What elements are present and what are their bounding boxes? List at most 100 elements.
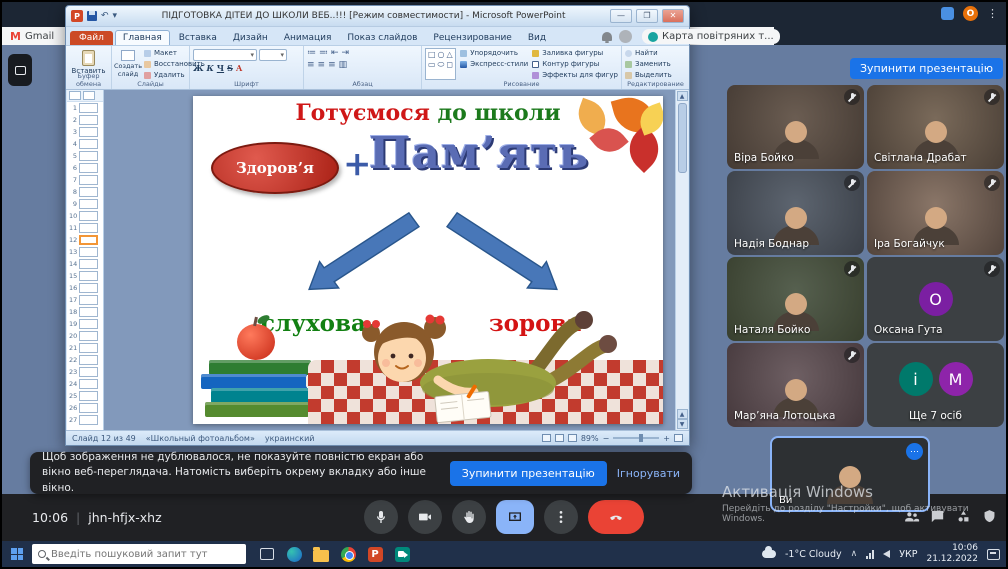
- tab-insert[interactable]: Вставка: [172, 31, 224, 45]
- slide-thumbnail[interactable]: 25: [67, 390, 103, 402]
- memory-wordart[interactable]: Пам’ять: [369, 128, 589, 179]
- slide-thumbnail[interactable]: 6: [67, 162, 103, 174]
- slide-thumbnail[interactable]: 16: [67, 282, 103, 294]
- edge-icon[interactable]: [285, 545, 303, 563]
- participant-tile[interactable]: О Оксана Гута: [867, 257, 1004, 341]
- slide-thumbnail[interactable]: 17: [67, 294, 103, 306]
- close-button[interactable]: ✕: [662, 9, 684, 23]
- underline-button[interactable]: Ч: [217, 63, 224, 73]
- zoom-out-icon[interactable]: −: [603, 434, 610, 443]
- bold-button[interactable]: Ж: [193, 63, 204, 73]
- slide-editor[interactable]: Готуємося до школи Здоров’я + Пам’ять сл…: [104, 90, 676, 430]
- slide-thumbnail[interactable]: 21: [67, 342, 103, 354]
- slide-thumbnail[interactable]: 24: [67, 378, 103, 390]
- font-size-combo[interactable]: ▾: [259, 49, 287, 61]
- slide-thumbnail[interactable]: 9: [67, 198, 103, 210]
- participant-tile[interactable]: Наталя Бойко: [727, 257, 864, 341]
- slide-canvas[interactable]: Готуємося до школи Здоров’я + Пам’ять сл…: [193, 96, 663, 424]
- taskbar-search[interactable]: [32, 544, 246, 564]
- more-participants-tile[interactable]: і М Ще 7 осіб: [867, 343, 1004, 427]
- slide-thumbnail[interactable]: 12: [67, 234, 103, 246]
- align-right-button[interactable]: ≡: [328, 60, 336, 70]
- quick-styles-button[interactable]: Экспресс-стили: [460, 59, 528, 70]
- slide-thumbnail[interactable]: 22: [67, 354, 103, 366]
- save-icon[interactable]: [87, 11, 97, 21]
- search-input[interactable]: [51, 548, 221, 560]
- italic-button[interactable]: К: [207, 63, 214, 73]
- slide-thumbnail[interactable]: 11: [67, 222, 103, 234]
- slide-thumbnail[interactable]: 15: [67, 270, 103, 282]
- participant-tile[interactable]: Віра Бойко: [727, 85, 864, 169]
- font-name-combo[interactable]: ▾: [193, 49, 257, 61]
- ppt-title-bar[interactable]: P ↶ ▾ ПІДГОТОВКА ДІТЕЙ ДО ШКОЛИ ВЕБ..!!!…: [66, 6, 689, 27]
- toast-stop-presentation-button[interactable]: Зупинити презентацію: [449, 460, 607, 486]
- weather-text[interactable]: -1°C Cloudy: [785, 549, 842, 560]
- tab-design[interactable]: Дизайн: [226, 31, 275, 45]
- tab-slideshow[interactable]: Показ слайдов: [340, 31, 424, 45]
- slide-thumbnail[interactable]: 18: [67, 306, 103, 318]
- extension-icon[interactable]: [941, 7, 954, 20]
- volume-icon[interactable]: [883, 550, 891, 558]
- language-switcher[interactable]: УКР: [899, 549, 917, 560]
- taskbar-clock[interactable]: 10:06 21.12.2022: [926, 543, 978, 566]
- replace-button[interactable]: Заменить: [625, 59, 686, 70]
- numbering-button[interactable]: ≕: [319, 48, 328, 58]
- participant-tile[interactable]: Іра Богайчук: [867, 171, 1004, 255]
- slide-thumbnail[interactable]: 14: [67, 258, 103, 270]
- qat-dropdown-icon[interactable]: ▾: [113, 11, 118, 21]
- account-avatar[interactable]: [619, 30, 632, 43]
- font-color-button[interactable]: А: [236, 63, 243, 73]
- find-button[interactable]: Найти: [625, 48, 686, 59]
- participant-tile[interactable]: Мар’яна Лотоцька: [727, 343, 864, 427]
- notification-bell-icon[interactable]: [602, 32, 612, 43]
- slide-thumbnail[interactable]: 26: [67, 402, 103, 414]
- normal-view-icon[interactable]: [541, 434, 551, 442]
- slide-thumbnail[interactable]: 1: [67, 102, 103, 114]
- bookmark-gmail[interactable]: Gmail: [25, 31, 54, 42]
- shapes-gallery[interactable]: □○△▽◇☆⇨▭⬭◻○△◇: [425, 48, 457, 80]
- undo-icon[interactable]: ↶: [101, 11, 109, 21]
- start-button[interactable]: [2, 541, 32, 567]
- prev-slide-icon[interactable]: ▲: [676, 409, 688, 419]
- microphone-button[interactable]: [364, 500, 398, 534]
- maximize-button[interactable]: ❐: [636, 9, 658, 23]
- meet-taskbar-icon[interactable]: [393, 545, 411, 563]
- language-indicator[interactable]: украинский: [265, 434, 315, 443]
- tab-file[interactable]: Файл: [70, 31, 113, 45]
- strike-button[interactable]: S: [227, 63, 233, 73]
- tray-expand-icon[interactable]: ∧: [851, 549, 858, 559]
- scroll-up-icon[interactable]: ▲: [676, 91, 688, 101]
- next-slide-icon[interactable]: ▼: [676, 419, 688, 429]
- stop-presentation-button[interactable]: Зупинити презентацію: [850, 58, 1003, 79]
- new-slide-button[interactable]: Создать слайд: [114, 48, 142, 81]
- end-call-button[interactable]: [588, 500, 644, 534]
- task-view-icon[interactable]: [258, 545, 276, 563]
- fit-to-window-icon[interactable]: [674, 434, 683, 442]
- slides-tab[interactable]: [69, 91, 81, 100]
- indent-left-button[interactable]: ⇤: [331, 48, 339, 58]
- toast-ignore-button[interactable]: Ігнорувати: [617, 467, 680, 480]
- slide-thumbnail[interactable]: 8: [67, 186, 103, 198]
- tab-home[interactable]: Главная: [114, 30, 170, 45]
- powerpoint-window[interactable]: P ↶ ▾ ПІДГОТОВКА ДІТЕЙ ДО ШКОЛИ ВЕБ..!!!…: [65, 5, 690, 446]
- camera-button[interactable]: [408, 500, 442, 534]
- slide-thumbnail[interactable]: 7: [67, 174, 103, 186]
- paste-button[interactable]: Вставить: [69, 48, 108, 75]
- slide-thumbnail[interactable]: 5: [67, 150, 103, 162]
- self-view-tile[interactable]: Ви ⋯: [770, 436, 930, 512]
- slide-thumbnail[interactable]: 23: [67, 366, 103, 378]
- chrome-icon[interactable]: [339, 545, 357, 563]
- select-button[interactable]: Выделить: [625, 70, 686, 81]
- align-left-button[interactable]: ≡: [307, 60, 315, 70]
- activities-icon[interactable]: [955, 508, 972, 525]
- tab-view[interactable]: Вид: [521, 31, 553, 45]
- presenting-button[interactable]: [496, 500, 534, 534]
- align-center-button[interactable]: ≡: [318, 60, 326, 70]
- file-explorer-icon[interactable]: [312, 545, 330, 563]
- bookmark-map-tab[interactable]: Карта повітряних т...: [642, 29, 780, 44]
- tab-review[interactable]: Рецензирование: [426, 31, 518, 45]
- zoom-slider[interactable]: [613, 434, 660, 442]
- chat-icon[interactable]: [929, 508, 946, 525]
- slide-thumbnail[interactable]: 3: [67, 126, 103, 138]
- columns-button[interactable]: ▥: [339, 60, 348, 70]
